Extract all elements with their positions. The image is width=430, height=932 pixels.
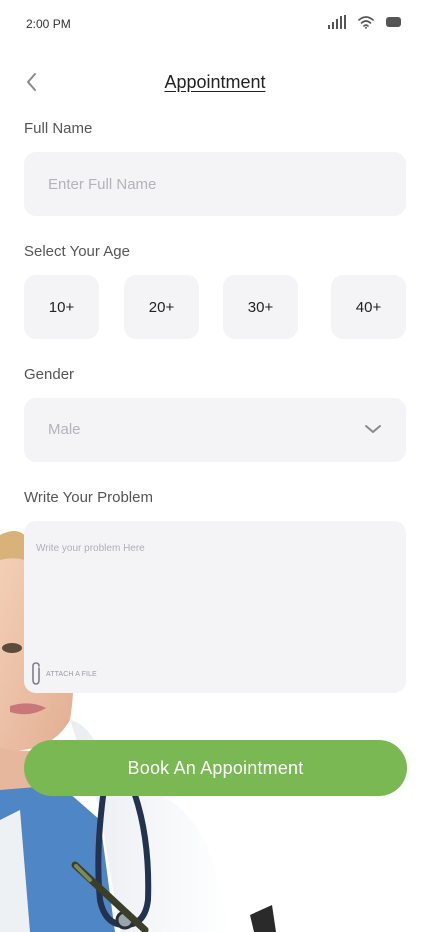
page-title: Appointment (164, 72, 266, 92)
book-appointment-button[interactable]: Book An Appointment (24, 740, 407, 796)
gender-label: Gender (24, 366, 75, 383)
full-name-label: Full Name (24, 120, 93, 137)
attach-file-label: ATTACH A FILE (46, 670, 97, 678)
gender-select[interactable]: Male (24, 398, 406, 462)
status-bar: 2:00 PM (0, 0, 430, 48)
full-name-input[interactable] (24, 152, 406, 216)
wifi-icon (358, 16, 374, 29)
status-time: 2:00 PM (26, 17, 71, 31)
status-icons (328, 15, 402, 29)
age-label: Select Your Age (24, 243, 130, 260)
age-option-10[interactable]: 10+ (24, 275, 99, 339)
paperclip-icon (32, 662, 40, 685)
age-option-40[interactable]: 40+ (331, 275, 406, 339)
problem-textarea[interactable] (24, 521, 406, 651)
problem-box: ATTACH A FILE (24, 521, 406, 693)
attach-file-button[interactable]: ATTACH A FILE (28, 661, 97, 687)
signal-icon (328, 15, 346, 29)
chevron-down-icon (365, 425, 381, 433)
problem-label: Write Your Problem (24, 489, 153, 506)
age-option-30[interactable]: 30+ (223, 275, 298, 339)
battery-icon (386, 17, 401, 27)
age-option-20[interactable]: 20+ (124, 275, 199, 339)
gender-selected-value: Male (48, 421, 81, 438)
